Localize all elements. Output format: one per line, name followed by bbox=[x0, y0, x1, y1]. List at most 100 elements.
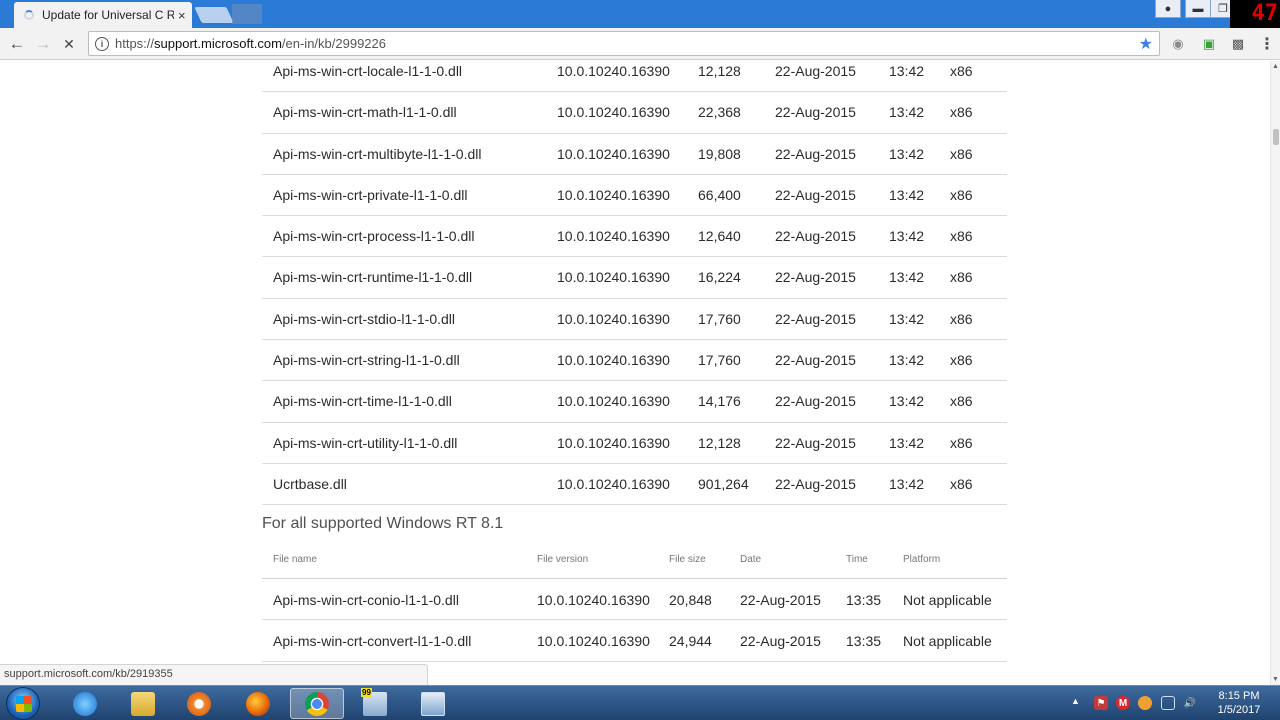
cell-file-name: Api-ms-win-crt-time-l1-1-0.dll bbox=[273, 393, 452, 410]
cell-date: 22-Aug-2015 bbox=[740, 633, 821, 650]
vertical-scrollbar[interactable]: ▲ ▼ bbox=[1270, 61, 1280, 685]
cell-platform: x86 bbox=[950, 63, 973, 79]
cell-platform: x86 bbox=[950, 104, 973, 121]
table-row: Api-ms-win-crt-process-l1-1-0.dll 10.0.10… bbox=[262, 216, 1007, 258]
cell-file-size: 12,128 bbox=[698, 63, 741, 79]
tray-expand-arrow-icon[interactable]: ▲ bbox=[1071, 696, 1080, 706]
background-tab[interactable] bbox=[232, 4, 262, 24]
scrollbar-thumb[interactable] bbox=[1273, 129, 1279, 145]
cell-file-version: 10.0.10240.16390 bbox=[537, 592, 650, 608]
cell-file-size: 22,368 bbox=[698, 104, 741, 121]
recorder-counter: 47 bbox=[1230, 0, 1280, 28]
address-bar[interactable]: i https://support.microsoft.com/en-in/kb… bbox=[88, 31, 1160, 56]
back-arrow-icon[interactable]: ← bbox=[5, 32, 29, 56]
cell-file-size: 12,640 bbox=[698, 228, 741, 245]
cell-time: 13:42 bbox=[889, 352, 925, 369]
file-table-x86: Api-ms-win-crt-locale-l1-1-0.dll 10.0.102… bbox=[262, 61, 1007, 506]
bookmark-star-icon[interactable]: ★ bbox=[1139, 34, 1153, 54]
cell-platform: x86 bbox=[950, 434, 973, 451]
cell-date: 22-Aug-2015 bbox=[775, 269, 856, 286]
cell-platform: x86 bbox=[950, 310, 973, 327]
taskbar-monitor-icon[interactable]: 99 bbox=[348, 687, 402, 719]
tab-active[interactable]: Update for Universal C R × bbox=[14, 2, 192, 28]
extension-icon[interactable]: ◉ bbox=[1169, 35, 1187, 53]
cell-file-name: Ucrtbase.dll bbox=[273, 475, 347, 492]
action-center-flag-icon[interactable]: ⚑ bbox=[1094, 696, 1108, 710]
cell-file-size: 16,224 bbox=[698, 269, 741, 286]
cell-file-size: 19,808 bbox=[698, 145, 741, 162]
cell-file-version: 10.0.10240.16390 bbox=[557, 186, 670, 203]
cell-file-name: Api-ms-win-crt-string-l1-1-0.dll bbox=[273, 352, 460, 369]
cell-time: 13:42 bbox=[889, 145, 925, 162]
status-url-bubble: support.microsoft.com/kb/2919355 bbox=[0, 664, 428, 685]
cell-date: 22-Aug-2015 bbox=[775, 434, 856, 451]
header-date: Date bbox=[740, 554, 762, 565]
taskbar-chrome-icon[interactable] bbox=[290, 688, 344, 719]
cell-date: 22-Aug-2015 bbox=[775, 104, 856, 121]
taskbar-firefox-icon[interactable] bbox=[231, 688, 285, 719]
cell-file-size: 901,264 bbox=[698, 475, 749, 492]
new-tab-button[interactable] bbox=[194, 7, 234, 23]
start-button[interactable] bbox=[6, 687, 40, 720]
taskbar: 99 ▲ ⚑ M 🔊 8:15 PM 1/5/2017 bbox=[0, 685, 1280, 720]
windows-logo-icon bbox=[16, 696, 32, 712]
forward-arrow-icon[interactable]: → bbox=[31, 32, 55, 56]
cell-time: 13:42 bbox=[889, 310, 925, 327]
scroll-down-arrow-icon[interactable]: ▼ bbox=[1272, 676, 1279, 683]
table-row: Api-ms-win-crt-stdio-l1-1-0.dll 10.0.1024… bbox=[262, 299, 1007, 341]
taskbar-ie-icon[interactable] bbox=[58, 688, 112, 719]
minimize-button[interactable]: ▬ bbox=[1185, 0, 1211, 18]
taskbar-explorer-icon[interactable] bbox=[116, 688, 170, 719]
cell-date: 22-Aug-2015 bbox=[775, 63, 856, 79]
cell-date: 22-Aug-2015 bbox=[775, 228, 856, 245]
cell-file-name: Api-ms-win-crt-locale-l1-1-0.dll bbox=[273, 63, 463, 79]
cell-platform: x86 bbox=[950, 228, 973, 245]
extension-lock-icon[interactable]: ▩ bbox=[1229, 35, 1247, 53]
extension-green-icon[interactable]: ▣ bbox=[1200, 35, 1218, 53]
url-text[interactable]: https://support.microsoft.com/en-in/kb/2… bbox=[115, 36, 386, 51]
cell-platform: x86 bbox=[950, 352, 973, 369]
cell-file-name: Api-ms-win-crt-convert-l1-1-0.dll bbox=[273, 633, 472, 650]
header-file-size: File size bbox=[669, 554, 706, 565]
clock[interactable]: 8:15 PM 1/5/2017 bbox=[1208, 689, 1270, 717]
cell-file-name: Api-ms-win-crt-private-l1-1-0.dll bbox=[273, 186, 468, 203]
volume-icon[interactable]: 🔊 bbox=[1183, 696, 1197, 710]
browser-titlebar: Update for Universal C R × ● ▬ ❐ 47 bbox=[0, 0, 1280, 28]
cell-file-size: 66,400 bbox=[698, 186, 741, 203]
monitor-badge: 99 bbox=[361, 687, 372, 697]
cell-file-size: 12,128 bbox=[698, 434, 741, 451]
tab-title: Update for Universal C R bbox=[42, 8, 174, 22]
cell-time: 13:42 bbox=[889, 434, 925, 451]
info-icon[interactable]: i bbox=[95, 36, 109, 51]
cell-file-name: Api-ms-win-crt-stdio-l1-1-0.dll bbox=[273, 310, 456, 327]
cell-time: 13:42 bbox=[889, 269, 925, 286]
cell-file-version: 10.0.10240.16390 bbox=[557, 310, 670, 327]
cell-time: 13:42 bbox=[889, 228, 925, 245]
cell-date: 22-Aug-2015 bbox=[775, 186, 856, 203]
taskbar-window-icon[interactable] bbox=[406, 688, 460, 719]
cell-file-name: Api-ms-win-crt-process-l1-1-0.dll bbox=[273, 228, 475, 245]
table-row: Api-ms-win-crt-runtime-l1-1-0.dll 10.0.10… bbox=[262, 257, 1007, 299]
tray-mega-icon[interactable]: M bbox=[1116, 696, 1130, 710]
cell-file-size: 20,848 bbox=[669, 592, 712, 608]
network-icon[interactable] bbox=[1161, 696, 1175, 710]
cell-file-version: 10.0.10240.16390 bbox=[557, 393, 670, 410]
browser-toolbar: ← → ✕ i https://support.microsoft.com/en… bbox=[0, 28, 1280, 60]
stop-loading-icon[interactable]: ✕ bbox=[57, 32, 81, 56]
cell-file-version: 10.0.10240.16390 bbox=[557, 269, 670, 286]
cell-platform: x86 bbox=[950, 393, 973, 410]
taskbar-media-player-icon[interactable] bbox=[172, 688, 226, 719]
profile-icon[interactable]: ● bbox=[1155, 0, 1181, 18]
menu-icon[interactable]: ⋮ bbox=[1258, 35, 1276, 53]
tray-app-icon[interactable] bbox=[1138, 696, 1152, 710]
tab-close-icon[interactable]: × bbox=[178, 8, 186, 23]
cell-file-version: 10.0.10240.16390 bbox=[557, 104, 670, 121]
scroll-up-arrow-icon[interactable]: ▲ bbox=[1272, 63, 1279, 70]
cell-time: 13:42 bbox=[889, 475, 925, 492]
header-file-name: File name bbox=[273, 554, 317, 565]
cell-file-version: 10.0.10240.16390 bbox=[557, 228, 670, 245]
cell-file-version: 10.0.10240.16390 bbox=[557, 145, 670, 162]
cell-date: 22-Aug-2015 bbox=[775, 393, 856, 410]
cell-time: 13:35 bbox=[846, 633, 882, 650]
cell-file-name: Api-ms-win-crt-multibyte-l1-1-0.dll bbox=[273, 145, 482, 162]
